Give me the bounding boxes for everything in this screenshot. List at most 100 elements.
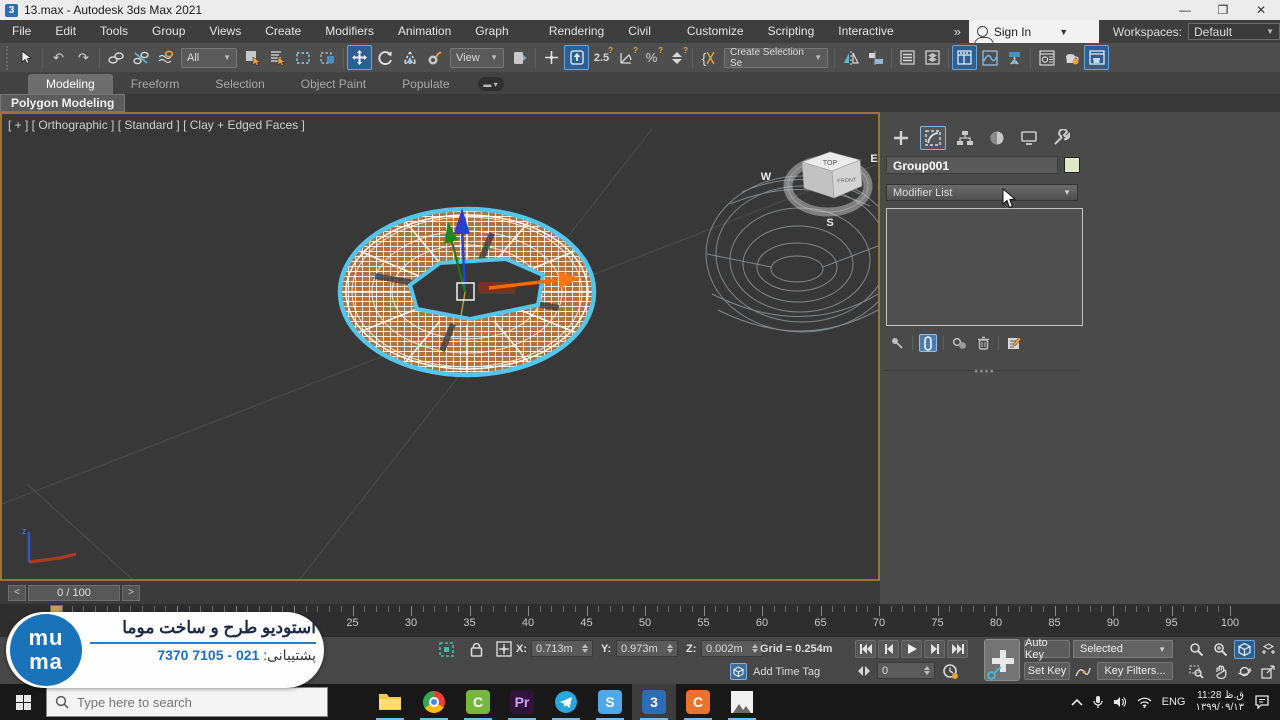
x-coord-field[interactable]: 0.713m: [531, 640, 593, 657]
window-crossing-toggle-icon[interactable]: [315, 45, 340, 70]
reference-coordinate-dropdown[interactable]: View▼: [450, 48, 504, 68]
menu-item-civil-view[interactable]: Civil View: [616, 20, 675, 43]
remove-modifier-button[interactable]: [974, 334, 992, 352]
go-to-start-button[interactable]: [855, 640, 876, 658]
hierarchy-tab[interactable]: [952, 126, 978, 150]
select-object-mode-icon[interactable]: [240, 45, 265, 70]
show-end-result-button[interactable]: [919, 334, 937, 352]
selection-filter-dropdown-status[interactable]: Selected ▼: [1073, 640, 1173, 658]
play-button[interactable]: [901, 640, 922, 658]
zoom-all-button[interactable]: [1210, 640, 1231, 659]
use-pivot-center-icon[interactable]: [507, 45, 532, 70]
zoom-button[interactable]: [1186, 640, 1207, 659]
current-frame-field[interactable]: 0: [877, 662, 935, 679]
ribbon-config-dropdown[interactable]: ▬ ▾: [478, 77, 504, 91]
zoom-region-button[interactable]: [1186, 662, 1207, 681]
schematic-view-button[interactable]: [1002, 45, 1027, 70]
taskbar-app-photos[interactable]: [720, 684, 764, 720]
create-tab[interactable]: [888, 126, 914, 150]
menu-item-graph-editors[interactable]: Graph Editors: [463, 20, 537, 43]
microphone-icon[interactable]: [1093, 695, 1103, 709]
polygon-modeling-panel-tab[interactable]: Polygon Modeling: [0, 94, 125, 112]
next-frame-arrow[interactable]: >: [122, 585, 140, 601]
render-setup-button[interactable]: [1034, 45, 1059, 70]
rectangular-selection-region-icon[interactable]: [290, 45, 315, 70]
configure-modifier-sets-button[interactable]: [1005, 334, 1023, 352]
viewport-label[interactable]: [ + ] [ Orthographic ] [ Standard ] [ Cl…: [8, 118, 305, 132]
modifier-stack-list[interactable]: [886, 208, 1083, 326]
redo-button[interactable]: ↷: [71, 45, 96, 70]
taskbar-app-3ds-max[interactable]: 3: [632, 684, 676, 720]
toggle-layer-explorer-button[interactable]: [920, 45, 945, 70]
set-key-button[interactable]: Set Key: [1024, 662, 1070, 680]
ribbon-tab-selection[interactable]: Selection: [197, 74, 282, 94]
menu-item-rendering[interactable]: Rendering: [537, 20, 616, 43]
menu-overflow-chevron-icon[interactable]: »: [946, 24, 969, 39]
taskbar-app-file-explorer[interactable]: [368, 684, 412, 720]
zoom-extents-all-button[interactable]: [1258, 640, 1279, 659]
start-button[interactable]: [0, 684, 46, 720]
notification-center-icon[interactable]: [1254, 695, 1270, 709]
ribbon-tab-freeform[interactable]: Freeform: [113, 74, 198, 94]
taskbar-app-chrome[interactable]: [412, 684, 456, 720]
z-coord-field[interactable]: 0.002m: [701, 640, 763, 657]
previous-frame-arrow[interactable]: <: [8, 585, 26, 601]
percent-snap-button[interactable]: %?: [639, 45, 664, 70]
ribbon-tab-object-paint[interactable]: Object Paint: [283, 74, 384, 94]
taskbar-app-premiere-pro[interactable]: Pr: [500, 684, 544, 720]
select-object-button[interactable]: [14, 45, 39, 70]
rendered-frame-window-button[interactable]: [1084, 45, 1109, 70]
speaker-icon[interactable]: [1113, 696, 1127, 708]
taskbar-search[interactable]: [46, 687, 328, 717]
menu-item-edit[interactable]: Edit: [43, 20, 88, 43]
select-and-place-button[interactable]: [422, 45, 447, 70]
key-steps-icon[interactable]: [1073, 662, 1093, 680]
pan-hand-button[interactable]: [1210, 662, 1231, 681]
menu-item-group[interactable]: Group: [140, 20, 197, 43]
isolate-selection-icon[interactable]: [436, 640, 456, 658]
menu-item-file[interactable]: File: [0, 20, 43, 43]
wifi-icon[interactable]: [1137, 697, 1152, 708]
workspace-dropdown[interactable]: Default ▼: [1188, 23, 1280, 40]
toggle-ribbon-button[interactable]: [952, 45, 977, 70]
maximize-viewport-toggle[interactable]: [1258, 662, 1279, 681]
select-and-scale-button[interactable]: [397, 45, 422, 70]
select-and-manipulate-icon[interactable]: [539, 45, 564, 70]
sign-in-button[interactable]: Sign In ▼: [969, 20, 1099, 43]
taskbar-app-telegram[interactable]: [544, 684, 588, 720]
menu-item-views[interactable]: Views: [197, 20, 253, 43]
modify-tab[interactable]: [920, 126, 946, 150]
unlink-selection-icon[interactable]: [128, 45, 153, 70]
next-frame-button[interactable]: [924, 640, 945, 658]
viewport-canvas[interactable]: TOP FRONT W S E z: [0, 112, 880, 581]
taskbar-app-skype[interactable]: S: [588, 684, 632, 720]
modifier-list-dropdown[interactable]: Modifier List ▼: [886, 184, 1078, 201]
snaps-toggle-button[interactable]: [564, 45, 589, 70]
minimize-button[interactable]: —: [1166, 0, 1204, 20]
utilities-tab[interactable]: [1048, 126, 1074, 150]
render-production-button[interactable]: [1059, 45, 1084, 70]
select-by-name-icon[interactable]: [265, 45, 290, 70]
menu-item-create[interactable]: Create: [253, 20, 313, 43]
make-unique-button[interactable]: [950, 334, 968, 352]
tray-clock[interactable]: ق.ظ 11:28 ۱۳۹۹/۰۹/۱۳: [1195, 690, 1244, 714]
menu-item-tools[interactable]: Tools: [88, 20, 140, 43]
curve-editor-button[interactable]: [977, 45, 1002, 70]
auto-key-button[interactable]: Auto Key: [1024, 640, 1070, 658]
add-time-tag-button[interactable]: Add Time Tag: [730, 663, 820, 680]
named-selection-set-dropdown[interactable]: Create Selection Se▼: [724, 48, 828, 68]
snap-25d-button[interactable]: 2.5?: [589, 45, 614, 70]
named-selection-sets-icon[interactable]: {: [696, 45, 721, 70]
toolbar-grip[interactable]: [6, 46, 10, 70]
absolute-mode-icon[interactable]: [494, 640, 514, 658]
key-mode-toggle[interactable]: [855, 662, 873, 679]
mirror-button[interactable]: [838, 45, 863, 70]
time-slider-value[interactable]: 0 / 100: [28, 585, 120, 601]
zoom-extents-button[interactable]: [1234, 640, 1255, 659]
language-indicator[interactable]: ENG: [1162, 696, 1186, 708]
menu-item-interactive[interactable]: Interactive: [826, 20, 905, 43]
taskbar-app-camtasia-recorder[interactable]: C: [676, 684, 720, 720]
display-tab[interactable]: [1016, 126, 1042, 150]
tray-chevron-icon[interactable]: [1071, 698, 1083, 706]
go-to-end-button[interactable]: [947, 640, 968, 658]
